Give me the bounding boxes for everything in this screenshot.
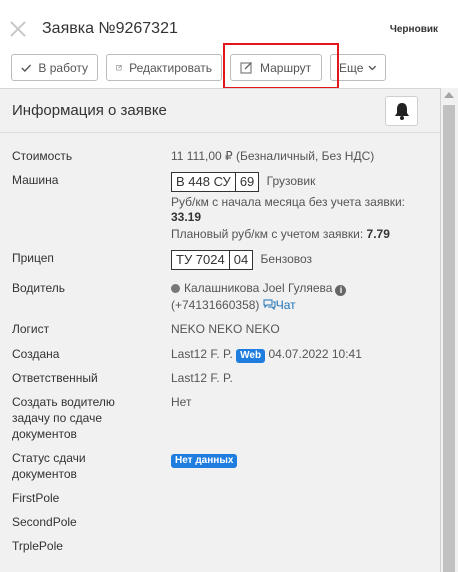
responsible-value: Last12 F. P.: [171, 371, 233, 385]
first-pole-label: FirstPole: [12, 491, 60, 505]
car-type: Грузовик: [266, 174, 316, 189]
panel-header: Информация о заявке: [0, 89, 441, 133]
trailer-label: Прицеп: [12, 251, 54, 265]
check-icon: [21, 63, 32, 72]
edit-icon: [116, 64, 122, 71]
task-label-line-2: задачу по сдаче: [12, 411, 103, 425]
driver-phone: (+74131660358): [171, 298, 260, 312]
docs-status-label-line-1: Статус сдачи: [12, 451, 86, 465]
panel-title: Информация о заявке: [12, 102, 167, 119]
driver-chat-label: Чат: [275, 298, 296, 312]
planned-rub-km-label: Плановый руб/км с учетом заявки:: [171, 227, 364, 241]
scrollbar[interactable]: [441, 88, 458, 572]
planned-rub-km-row: Плановый руб/км с учетом заявки: 7.79: [171, 226, 390, 242]
to-work-label: В работу: [38, 60, 88, 75]
bell-icon: [394, 103, 409, 120]
scroll-up-arrow-icon[interactable]: [444, 92, 454, 98]
logist-label: Логист: [12, 322, 50, 336]
notify-button[interactable]: [385, 96, 418, 126]
trailer-plate-region: 04: [228, 251, 252, 269]
docs-status-value: Нет данных: [171, 451, 238, 468]
docs-status-label: Статус сдачи документов: [12, 450, 86, 482]
no-data-badge: Нет данных: [171, 454, 238, 468]
car-value: В 448 СУ 69 Грузовик: [171, 172, 315, 192]
route-highlight-box: [223, 43, 339, 89]
task-label: Создать водителю задачу по сдаче докумен…: [12, 394, 115, 442]
created-label: Создана: [12, 347, 60, 361]
driver-row: Калашникова Joel Гуляева i: [171, 280, 347, 296]
rub-km-month-value: 33.19: [171, 210, 202, 224]
cost-label: Стоимость: [12, 149, 73, 163]
planned-rub-km-value: 7.79: [366, 227, 390, 241]
cost-value: 11 111,00 ₽ (Безналичный, Без НДС): [171, 149, 375, 163]
car-label: Машина: [12, 173, 59, 187]
status-badge: Черновик: [389, 24, 438, 35]
more-label: Еще: [339, 60, 364, 75]
trailer-value: ТУ 7024 04 Бензовоз: [171, 250, 312, 270]
chevron-down-icon: [368, 65, 377, 70]
task-label-line-3: документов: [12, 427, 77, 441]
docs-status-label-line-2: документов: [12, 467, 77, 481]
trailer-plate: ТУ 7024 04: [171, 250, 254, 270]
car-plate-main: В 448 СУ: [176, 174, 231, 189]
edit-label: Редактировать: [129, 60, 212, 75]
status-dot-icon: [171, 284, 180, 293]
scroll-thumb[interactable]: [443, 105, 455, 572]
close-icon[interactable]: [9, 20, 27, 38]
driver-label: Водитель: [12, 281, 66, 295]
car-plate-region: 69: [234, 173, 258, 191]
info-icon[interactable]: i: [335, 285, 347, 296]
chat-icon: [263, 299, 276, 311]
rub-km-month: Руб/км с начала месяца без учета заявки:: [171, 195, 406, 209]
task-label-line-1: Создать водителю: [12, 395, 115, 409]
created-at: 04.07.2022 10:41: [268, 347, 362, 361]
driver-chat-link[interactable]: Чат: [263, 298, 296, 312]
triple-pole-label: TrplePole: [12, 539, 63, 553]
created-row: Last12 F. P. Web 04.07.2022 10:41: [171, 346, 362, 363]
web-badge: Web: [236, 349, 266, 363]
to-work-button[interactable]: В работу: [11, 54, 98, 81]
trailer-type: Бензовоз: [260, 252, 313, 267]
edit-button[interactable]: Редактировать: [106, 54, 222, 81]
logist-value: NEKO NEKO NEKO: [171, 322, 280, 336]
driver-name[interactable]: Калашникова Joel Гуляева: [184, 281, 332, 295]
driver-contact-row: (+74131660358) Чат: [171, 297, 296, 313]
car-plate: В 448 СУ 69: [171, 172, 260, 192]
second-pole-label: SecondPole: [12, 515, 77, 529]
page-title: Заявка №9267321: [42, 20, 178, 37]
trailer-plate-main: ТУ 7024: [176, 252, 225, 267]
created-by: Last12 F. P.: [171, 347, 233, 361]
task-value: Нет: [171, 395, 192, 409]
responsible-label: Ответственный: [12, 371, 98, 385]
